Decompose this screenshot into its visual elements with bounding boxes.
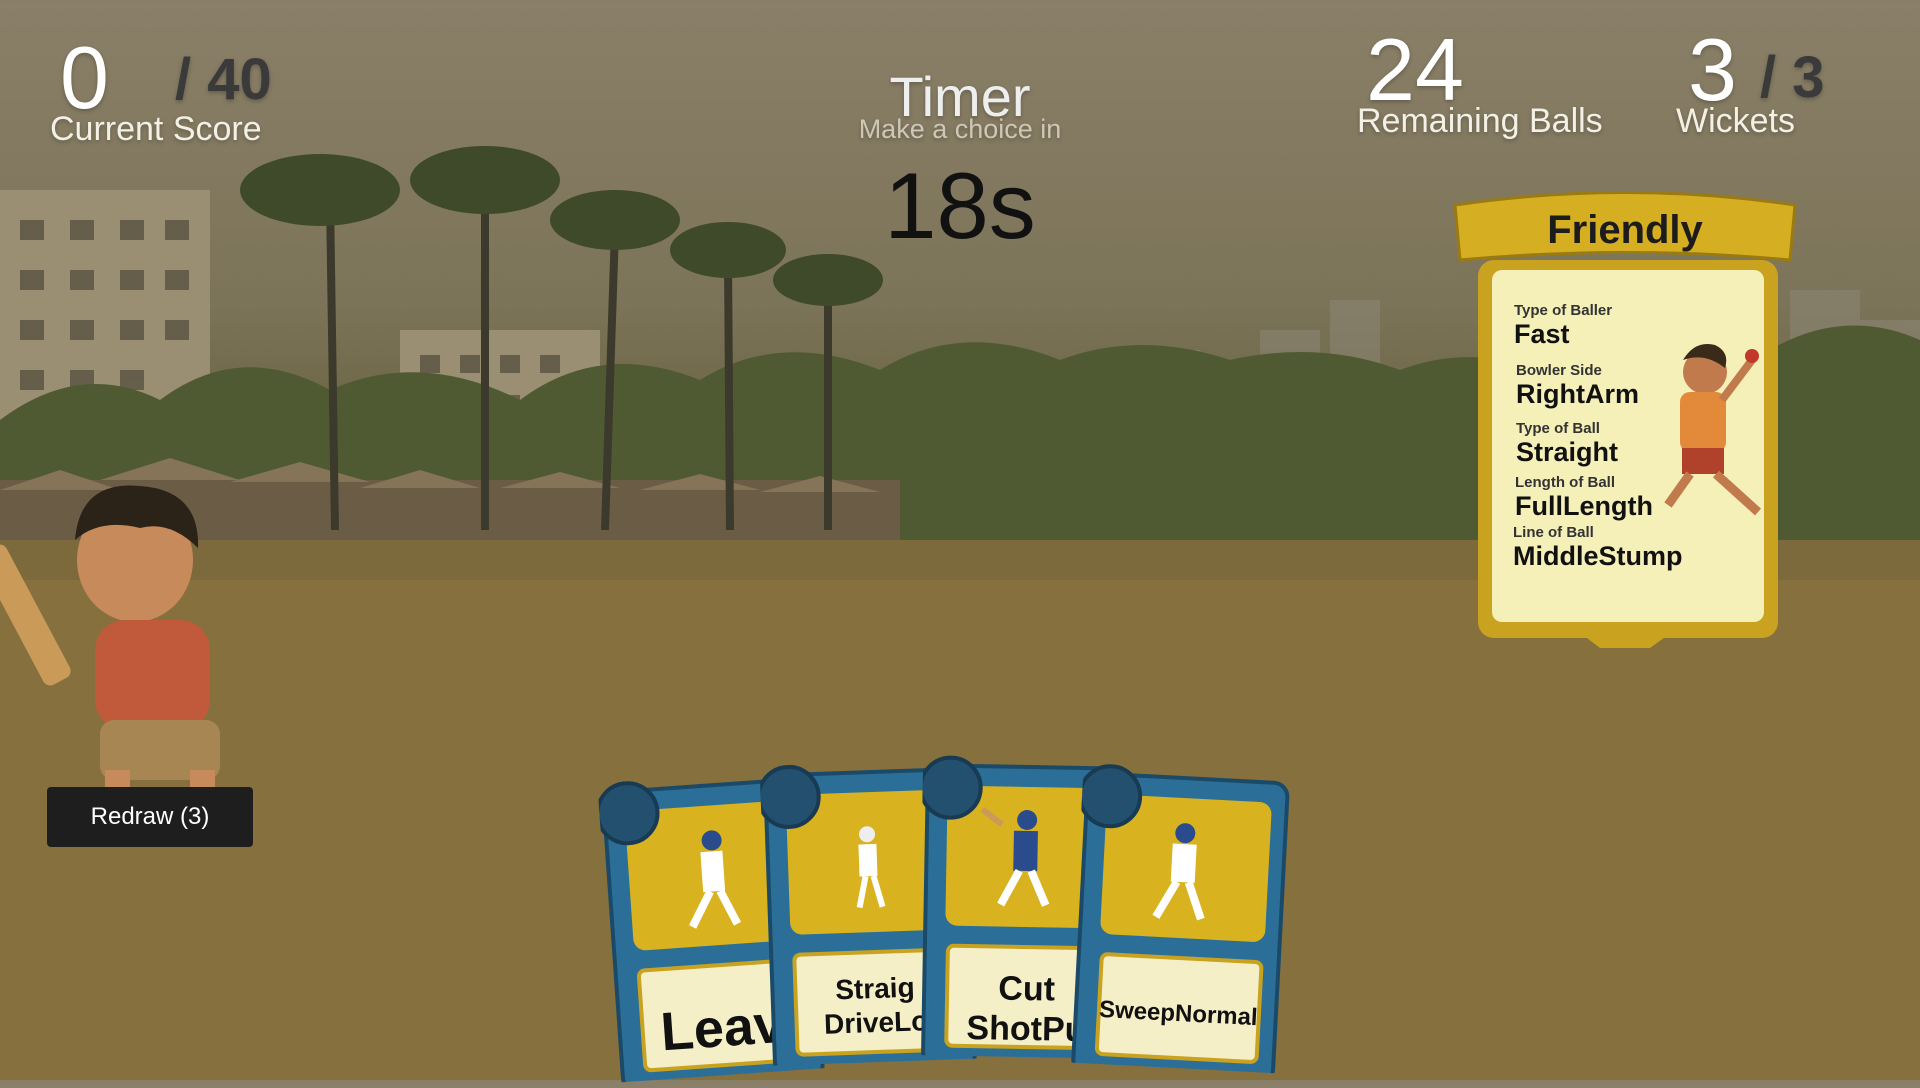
field-value: FullLength (1515, 491, 1653, 521)
field-label: Line of Ball (1513, 524, 1594, 541)
redraw-button[interactable]: Redraw (3) (47, 787, 253, 847)
field-type-of-ball: Type of Ball Straight (1516, 420, 1618, 468)
wickets-max: / 3 (1760, 45, 1825, 110)
field-value: Fast (1514, 319, 1570, 349)
field-label: Length of Ball (1515, 474, 1615, 491)
field-label: Type of Baller (1514, 302, 1613, 319)
field-value: RightArm (1516, 379, 1639, 409)
remaining-balls-value: 24 (1366, 20, 1464, 119)
field-type-of-baller: Type of Baller Fast (1514, 302, 1612, 350)
field-bowler-side: Bowler Side RightArm (1516, 362, 1639, 410)
bowler-card-title: Friendly (1547, 208, 1703, 252)
timer-subtitle: Make a choice in (858, 114, 1062, 144)
bowler-card: Friendly Type of Baller Fast Bowler Side… (1452, 190, 1798, 660)
shot-card-sweep-normal[interactable]: SweepNormal (1068, 763, 1298, 1085)
field-length-of-ball: Length of Ball FullLength (1515, 474, 1653, 522)
wickets-label: Wickets (1676, 102, 1795, 140)
field-value: MiddleStump (1513, 541, 1683, 571)
field-value: Straight (1516, 437, 1619, 467)
field-line-of-ball: Line of Ball MiddleStump (1513, 524, 1683, 572)
remaining-balls-label: Remaining Balls (1357, 102, 1603, 140)
field-label: Bowler Side (1516, 362, 1602, 379)
wickets-value: 3 (1688, 20, 1737, 119)
field-label: Type of Ball (1516, 420, 1600, 437)
